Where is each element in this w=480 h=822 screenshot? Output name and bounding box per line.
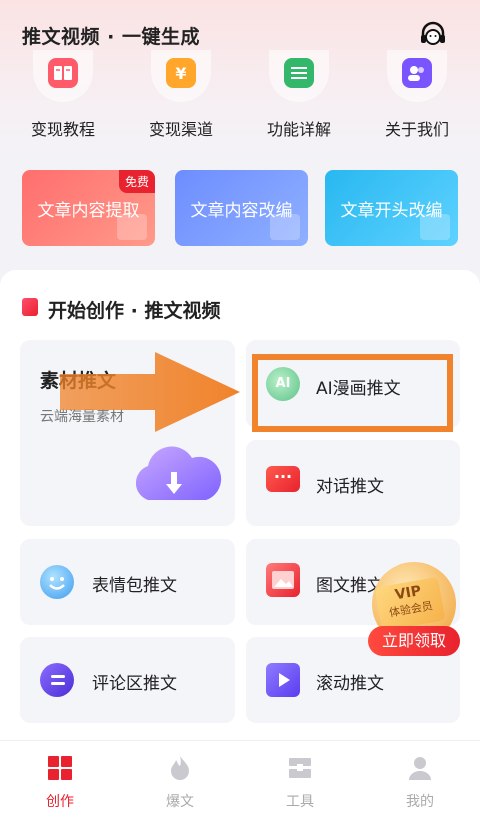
comment-icon [40,663,74,697]
quick-link-label: 变现渠道 [148,120,213,139]
toolbox-icon [289,758,311,778]
video-icon [266,663,300,697]
header: 推文视频 · 一键生成 [22,18,462,54]
tab-hot[interactable]: 爆文 [140,755,220,811]
emoji-tweet-card[interactable]: 表情包推文 [20,539,235,625]
quick-link-label: 功能详解 [266,120,331,139]
document-icon [420,214,450,240]
yen-icon: ¥ [166,58,196,88]
quick-link-tutorial[interactable]: 变现教程 [13,50,113,145]
article-rewrite-button[interactable]: 文章内容改编 [175,170,308,246]
flame-icon [171,756,189,780]
smile-icon [40,565,74,599]
dialog-tweet-card[interactable]: ··· 对话推文 [246,440,460,526]
tab-tools[interactable]: 工具 [260,755,340,811]
image-icon [266,563,300,597]
app-title: 推文视频 · 一键生成 [22,26,200,48]
headset-icon [421,21,445,45]
tab-bar: 创作 爆文 工具 我的 [0,740,480,822]
cloud-download-icon [135,446,222,500]
book-icon [48,58,78,88]
feature-row: 文章内容提取 免费 文章内容改编 文章开头改编 [22,170,462,246]
free-badge: 免费 [118,170,155,193]
user-icon [409,757,431,780]
article-extract-button[interactable]: 文章内容提取 免费 [22,170,155,246]
scroll-label: 滚动推文 [316,674,384,694]
vip-claim-button[interactable]: 立即领取 [368,626,460,656]
tab-create[interactable]: 创作 [20,755,100,811]
comment-tweet-card[interactable]: 评论区推文 [20,637,235,723]
quick-links: 变现教程 ¥ 变现渠道 功能详解 关于我们 [0,50,480,145]
tab-mine[interactable]: 我的 [380,755,460,811]
people-icon [402,58,432,88]
section-title: 开始创作 · 推文视频 [22,296,220,323]
quick-link-about[interactable]: 关于我们 [367,50,467,145]
chat-icon: ··· [266,466,300,492]
quick-link-label: 变现教程 [30,120,95,139]
tab-label: 我的 [406,794,434,810]
highlight-box [252,354,453,432]
book-icon [22,298,38,316]
tab-label: 爆文 [166,794,194,810]
quick-link-label: 关于我们 [384,120,449,139]
emoji-label: 表情包推文 [92,576,177,596]
annotation-arrow [60,352,240,432]
tab-label: 工具 [286,794,314,810]
dialog-label: 对话推文 [316,477,384,497]
vip-promo[interactable]: VIP 体验会员 立即领取 [368,562,460,662]
create-grid-icon [48,756,72,780]
document-icon [117,214,147,240]
list-icon [284,58,314,88]
opening-rewrite-button[interactable]: 文章开头改编 [325,170,458,246]
document-icon [270,214,300,240]
quick-link-features[interactable]: 功能详解 [249,50,349,145]
quick-link-channels[interactable]: ¥ 变现渠道 [131,50,231,145]
comment-label: 评论区推文 [92,674,177,694]
customer-service-button[interactable] [416,18,450,52]
tab-label: 创作 [46,794,74,810]
